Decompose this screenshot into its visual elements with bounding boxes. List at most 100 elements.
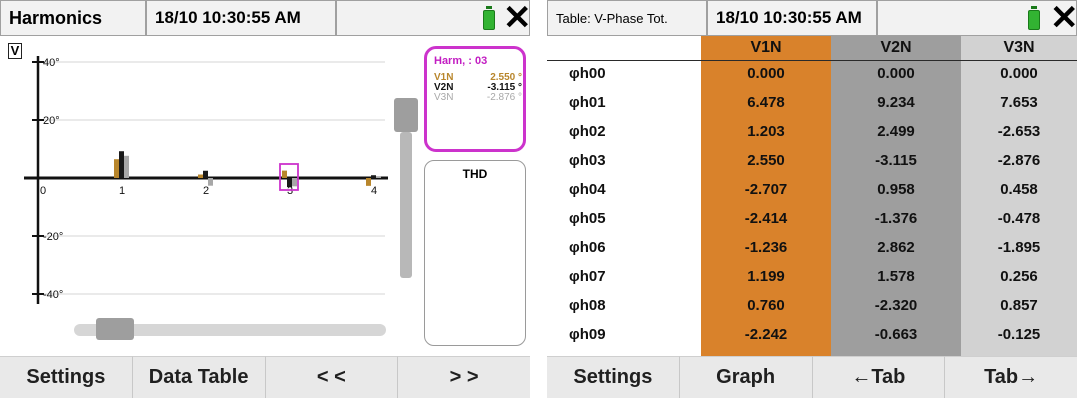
cell-value: 7.653 [1000, 93, 1038, 111]
horizontal-slider-thumb[interactable] [96, 318, 134, 340]
settings-button[interactable]: Settings [547, 356, 680, 398]
table-row: φh06 -1.236 2.862 -1.895 [547, 236, 1077, 258]
cell-value: -2.653 [997, 122, 1041, 140]
left-header: Harmonics 18/10 10:30:55 AM ✕ [0, 0, 530, 36]
bar-v2n-h4 [371, 175, 376, 178]
table-row: φh01 6.478 9.234 7.653 [547, 91, 1077, 113]
bar-v1n-h3 [282, 170, 287, 178]
x-tick-label: 1 [119, 185, 125, 197]
previous-button[interactable]: < < [265, 356, 399, 398]
harmonics-chart: 40° 20° -20° -40° 0 1 2 3 4 [24, 56, 388, 304]
harmonics-graph-panel: Harmonics 18/10 10:30:55 AM ✕ 40° 20° -20°… [0, 0, 530, 398]
screen-title: Harmonics [0, 0, 146, 36]
readout-label: V3N [434, 92, 454, 103]
row-label: φh09 [569, 325, 606, 343]
row-label: φh06 [569, 238, 606, 256]
phase-table-panel: Table: V-Phase Tot. 18/10 10:30:55 AM ✕ … [547, 0, 1077, 398]
row-label: φh07 [569, 267, 606, 285]
cell-value: -1.236 [744, 238, 788, 256]
bar-v1n-h2 [198, 174, 203, 178]
status-area: ✕ [877, 0, 1077, 36]
timestamp: 18/10 10:30:55 AM [146, 0, 336, 36]
right-footer: Settings Graph ←Tab Tab→ [547, 356, 1077, 398]
battery-icon [1028, 6, 1040, 30]
table-row: φh05 -2.414 -1.376 -0.478 [547, 207, 1077, 229]
x-tick-label: 3 [287, 185, 293, 197]
cell-value: -0.478 [997, 209, 1041, 227]
readout-value: -2.876 ° [486, 92, 522, 103]
cell-value: -2.707 [744, 180, 788, 198]
row-label: φh04 [569, 180, 606, 198]
y-tick-label: -40° [43, 289, 63, 301]
cell-value: 0.256 [1000, 267, 1038, 285]
x-tick-label: 2 [203, 185, 209, 197]
cell-value: 0.000 [747, 64, 785, 82]
cell-value: -0.125 [997, 325, 1041, 343]
battery-icon [483, 6, 495, 30]
row-label: φh00 [569, 64, 606, 82]
table-row: φh00 0.000 0.000 0.000 [547, 62, 1077, 84]
row-label: φh01 [569, 93, 606, 111]
table-row: φh03 2.550 -3.115 -2.876 [547, 149, 1077, 171]
cell-value: 0.958 [877, 180, 915, 198]
vertical-slider-track[interactable] [400, 132, 412, 278]
table-row: φh07 1.199 1.578 0.256 [547, 265, 1077, 287]
unit-box: V [8, 43, 22, 59]
readout-row-v3n: V3N -2.876 ° [434, 93, 522, 103]
harmonic-readout-box: Harm, : 03 V1N 2.550 ° V2N -3.115 ° V3N … [424, 46, 526, 152]
previous-tab-button[interactable]: ←Tab [812, 356, 946, 398]
cell-value: 0.000 [877, 64, 915, 82]
bar-v3n-h1 [124, 155, 129, 178]
table-header-row: V1N V2N V3N [547, 37, 1077, 59]
cell-value: -3.115 [875, 151, 917, 169]
bar-v1n-h1 [114, 159, 119, 178]
cell-value: -2.242 [744, 325, 788, 343]
cell-value: -1.376 [874, 209, 918, 227]
cell-value: 9.234 [877, 93, 915, 111]
y-tick-label: 40° [43, 57, 60, 69]
close-icon[interactable]: ✕ [503, 1, 530, 35]
settings-button[interactable]: Settings [0, 356, 133, 398]
bar-v3n-h4 [376, 176, 381, 178]
cell-value: 1.199 [747, 267, 785, 285]
cell-value: 0.857 [1000, 296, 1038, 314]
table-row: φh09 -2.242 -0.663 -0.125 [547, 323, 1077, 345]
cell-value: -2.414 [744, 209, 788, 227]
status-area: ✕ [336, 0, 530, 36]
thd-label: THD [462, 167, 488, 181]
cell-value: 0.458 [1000, 180, 1038, 198]
graph-button[interactable]: Graph [679, 356, 813, 398]
timestamp: 18/10 10:30:55 AM [707, 0, 877, 36]
table-title: Table: V-Phase Tot. [547, 0, 707, 36]
column-header-v1n: V1N [750, 39, 782, 56]
x-tick-label: 0 [40, 185, 46, 197]
cell-value: 6.478 [747, 93, 785, 111]
vertical-slider-thumb[interactable] [394, 98, 418, 132]
y-tick-label: 20° [43, 115, 60, 127]
table-row: φh02 1.203 2.499 -2.653 [547, 120, 1077, 142]
table-row: φh08 0.760 -2.320 0.857 [547, 294, 1077, 316]
cell-value: 1.578 [877, 267, 915, 285]
cell-value: 0.760 [747, 296, 785, 314]
cell-value: 2.862 [877, 238, 915, 256]
close-icon[interactable]: ✕ [1050, 1, 1077, 35]
row-label: φh03 [569, 151, 606, 169]
cell-value: 2.550 [747, 151, 785, 169]
cell-value: -2.876 [997, 151, 1041, 169]
x-tick-label: 4 [371, 185, 377, 197]
column-header-v2n: V2N [880, 39, 912, 56]
cell-value: 2.499 [877, 122, 915, 140]
cell-value: -1.895 [997, 238, 1041, 256]
cell-value: 1.203 [747, 122, 785, 140]
table-row: φh04 -2.707 0.958 0.458 [547, 178, 1077, 200]
row-label: φh08 [569, 296, 606, 314]
cell-value: 0.000 [1000, 64, 1038, 82]
data-table-button[interactable]: Data Table [132, 356, 266, 398]
next-tab-button[interactable]: Tab→ [945, 356, 1077, 398]
cell-value: -2.320 [874, 296, 918, 314]
cell-value: -0.663 [874, 325, 918, 343]
next-button[interactable]: > > [398, 356, 530, 398]
bar-v2n-h2 [203, 170, 208, 178]
right-header: Table: V-Phase Tot. 18/10 10:30:55 AM ✕ [547, 0, 1077, 36]
left-footer: Settings Data Table < < > > [0, 356, 530, 398]
